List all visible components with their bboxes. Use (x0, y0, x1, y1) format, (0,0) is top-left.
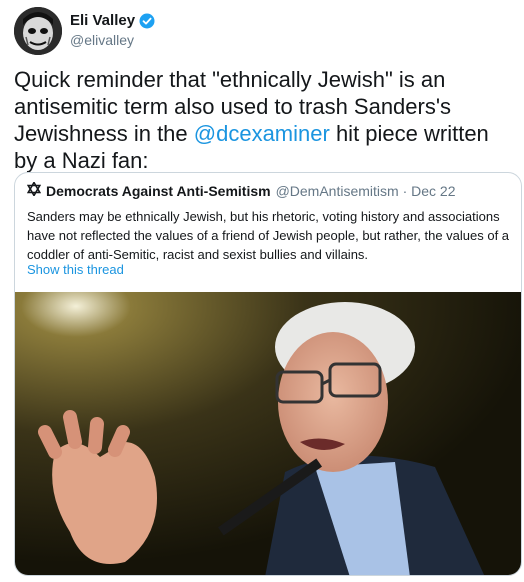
author-handle[interactable]: @elivalley (70, 32, 134, 48)
star-of-david-icon (26, 180, 42, 199)
quoted-meta: @DemAntisemitism · Dec 22 (275, 182, 456, 199)
quoted-photo[interactable] (15, 292, 521, 575)
quoted-header: Democrats Against Anti-Semitism @DemAnti… (26, 180, 456, 199)
author-name-text[interactable]: Eli Valley (70, 12, 135, 29)
author-name[interactable]: Eli Valley (70, 12, 155, 29)
quoted-tweet[interactable]: Democrats Against Anti-Semitism @DemAnti… (14, 172, 522, 576)
quoted-text: Sanders may be ethnically Jewish, but hi… (27, 209, 510, 262)
quoted-author-name[interactable]: Democrats Against Anti-Semitism (46, 183, 271, 199)
author-avatar[interactable] (14, 7, 62, 55)
tweet-text: Quick reminder that "ethnically Jewish" … (14, 66, 514, 174)
verified-badge-icon (139, 13, 155, 29)
mention-link[interactable]: @dcexaminer (194, 121, 330, 146)
show-thread-link[interactable]: Show this thread (27, 262, 124, 277)
